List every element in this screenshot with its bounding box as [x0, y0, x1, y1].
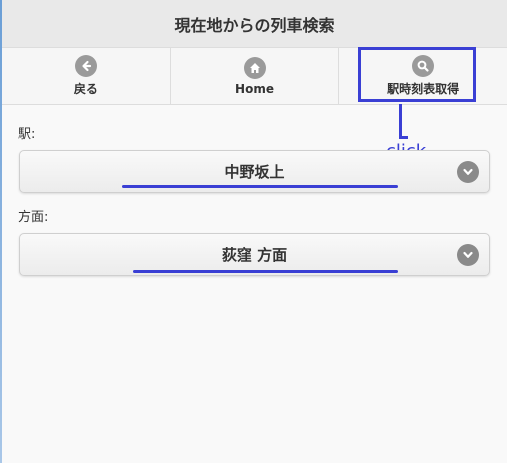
annotation-underline-direction	[133, 270, 398, 273]
get-timetable-label: 駅時刻表取得	[387, 82, 460, 96]
home-label: Home	[235, 81, 274, 96]
arrow-left-icon	[74, 55, 97, 77]
direction-value: 荻窪 方面	[221, 246, 288, 264]
page-title: 現在地からの列車検索	[174, 15, 335, 35]
get-timetable-button[interactable]: 駅時刻表取得	[339, 48, 507, 104]
search-icon	[412, 55, 435, 77]
station-label: 駅:	[18, 127, 36, 142]
station-value: 中野坂上	[224, 163, 285, 181]
annotation-arrow	[399, 104, 402, 138]
page-header: 現在地からの列車検索	[2, 0, 507, 48]
annotation-underline-station	[122, 185, 398, 188]
direction-label: 方面:	[18, 210, 49, 225]
back-button[interactable]: 戻る	[2, 48, 171, 104]
home-button[interactable]: Home	[171, 48, 340, 104]
navbar: 戻る Home 駅時刻表取得	[2, 48, 507, 105]
chevron-down-icon	[457, 244, 479, 266]
home-icon	[243, 56, 266, 79]
back-label: 戻る	[73, 82, 98, 96]
chevron-down-icon	[457, 161, 479, 183]
annotation-arrow-foot	[399, 136, 408, 139]
